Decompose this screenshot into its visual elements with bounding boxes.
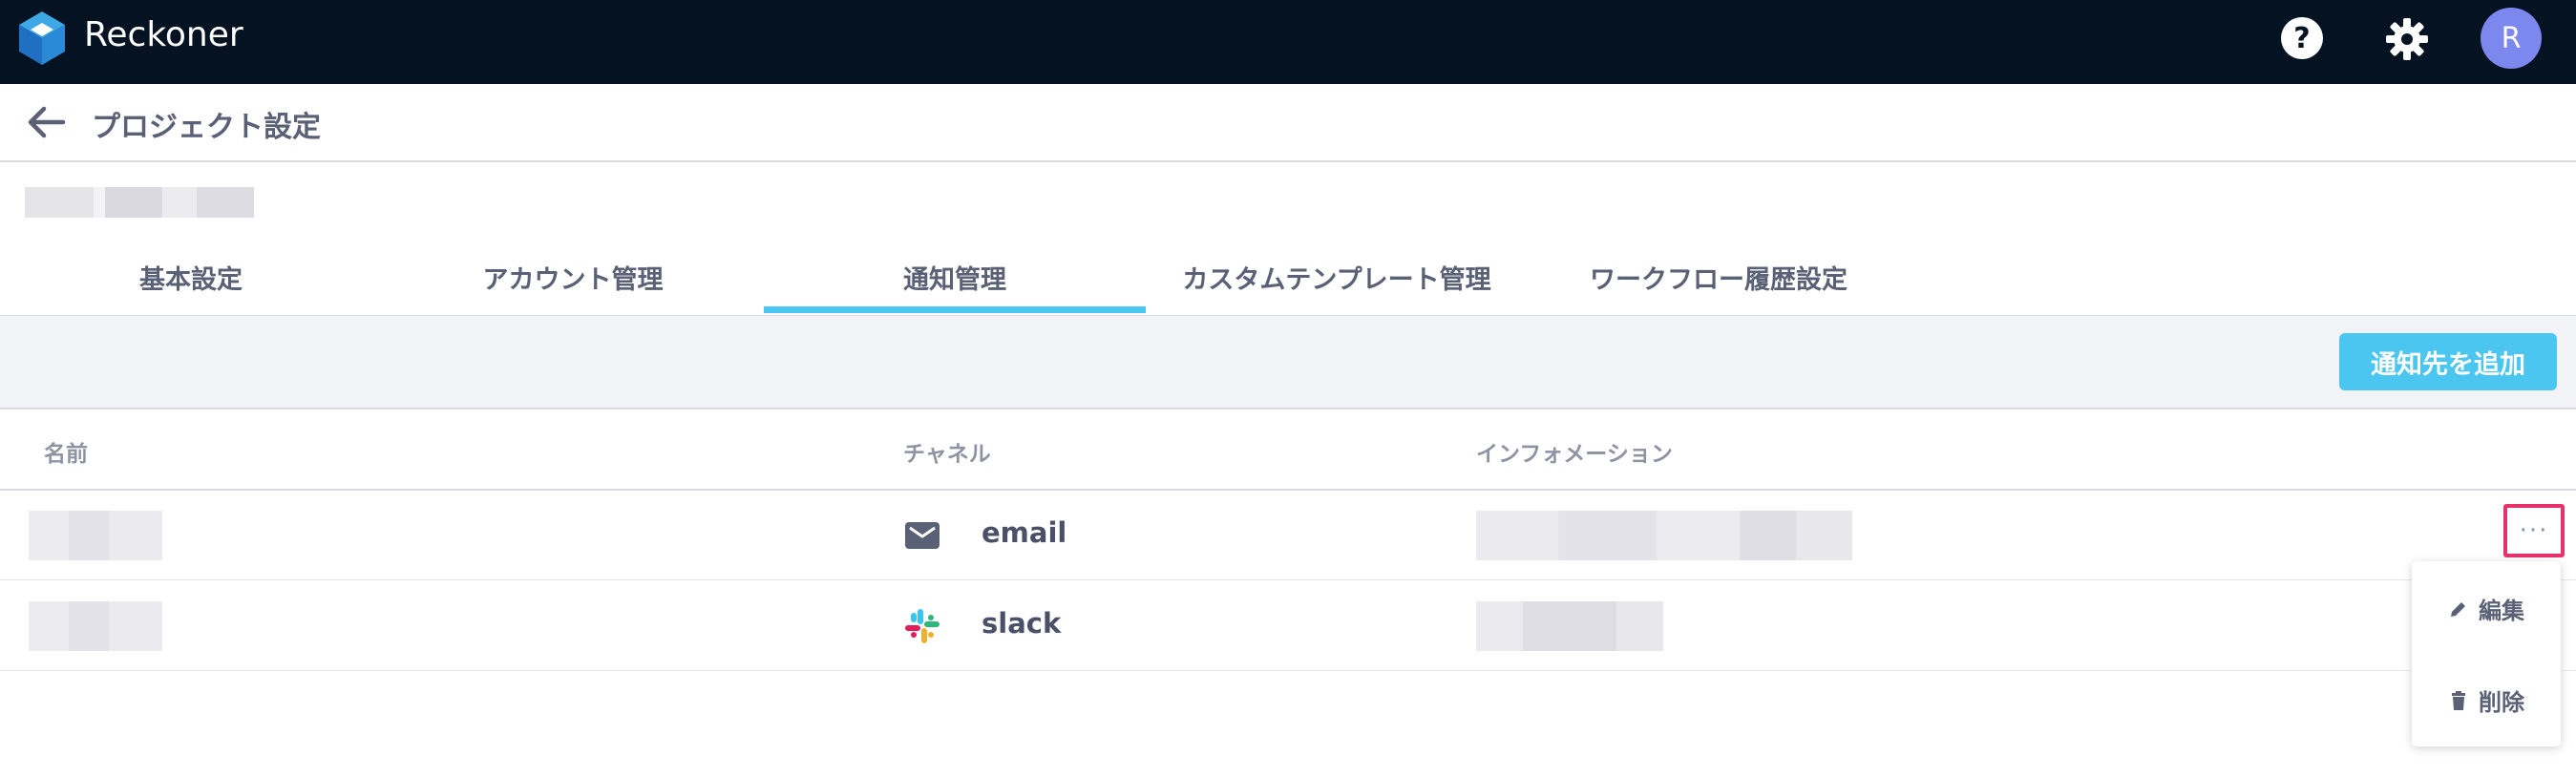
brand-name[interactable]: Reckoner	[84, 15, 243, 54]
tab-basic-settings[interactable]: 基本設定	[0, 242, 382, 311]
column-header-info: インフォメーション	[1476, 442, 1673, 467]
table-header: 名前 チャネル インフォメーション	[0, 409, 2576, 491]
column-header-name: 名前	[44, 442, 88, 467]
tab-workflow-history-settings[interactable]: ワークフロー履歴設定	[1528, 242, 1910, 311]
pencil-icon	[2451, 601, 2465, 617]
mail-icon	[905, 522, 940, 549]
table-row: slack	[0, 580, 2576, 671]
page-header: プロジェクト設定	[0, 84, 2576, 162]
row-more-actions-button[interactable]: ···	[2503, 504, 2565, 557]
tab-notification-management[interactable]: 通知管理	[764, 242, 1146, 313]
page-title: プロジェクト設定	[92, 111, 321, 144]
avatar[interactable]: R	[2481, 8, 2542, 69]
reckoner-logo-icon[interactable]	[15, 10, 69, 67]
menu-item-label: 削除	[2479, 689, 2524, 716]
help-icon[interactable]: ?	[2281, 17, 2323, 59]
project-name-redacted	[25, 187, 254, 218]
slack-icon	[905, 609, 940, 643]
name-redacted	[29, 601, 162, 651]
settings-tabs: 基本設定 アカウント管理 通知管理 カスタムテンプレート管理 ワークフロー履歴設…	[0, 242, 2576, 317]
back-arrow-icon[interactable]	[23, 103, 67, 141]
trash-icon	[2452, 690, 2465, 710]
channel-label: slack	[982, 607, 1062, 640]
menu-item-label: 編集	[2479, 598, 2524, 624]
info-redacted	[1476, 511, 1852, 560]
add-notification-target-button[interactable]: 通知先を追加	[2339, 333, 2557, 390]
menu-item-edit[interactable]: 編集	[2448, 592, 2524, 625]
table-row: email	[0, 490, 2576, 580]
gear-icon[interactable]	[2383, 15, 2431, 63]
toolbar: 通知先を追加	[0, 316, 2576, 410]
tab-account-management[interactable]: アカウント管理	[382, 242, 764, 311]
info-redacted	[1476, 601, 1663, 651]
channel-label: email	[982, 516, 1067, 549]
row-actions-menu: 編集 削除	[2412, 561, 2561, 746]
tab-custom-template-management[interactable]: カスタムテンプレート管理	[1146, 242, 1528, 311]
menu-item-delete[interactable]: 削除	[2448, 683, 2524, 717]
top-bar: Reckoner ? R	[0, 0, 2576, 84]
name-redacted	[29, 511, 162, 560]
column-header-channel: チャネル	[903, 442, 991, 467]
